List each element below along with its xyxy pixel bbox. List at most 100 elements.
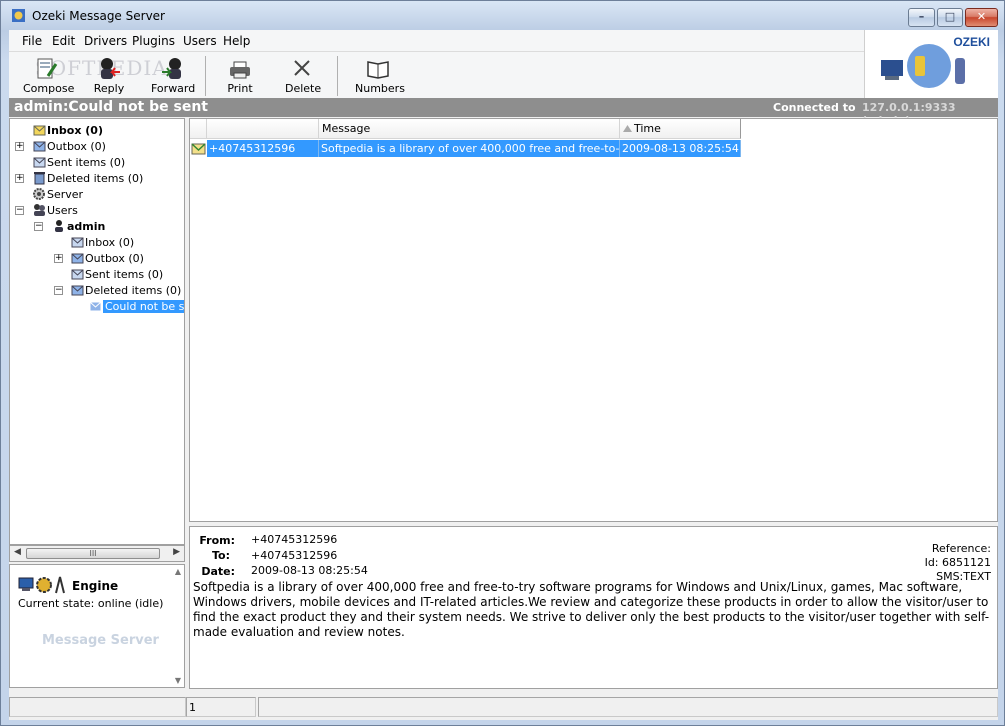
- folder-tree[interactable]: Inbox (0) + Outbox (0) Sent items (0) + …: [9, 118, 185, 545]
- delete-label: Delete: [285, 82, 322, 95]
- reference-id: Id: 6851121: [924, 556, 991, 569]
- scroll-right-icon[interactable]: ▶: [173, 547, 180, 557]
- forward-button[interactable]: Forward: [151, 56, 195, 95]
- forward-label: Forward: [151, 82, 196, 95]
- column-header-number[interactable]: [207, 119, 319, 139]
- sent-icon: [33, 157, 46, 168]
- tree-label: Sent items (0): [47, 156, 126, 169]
- tree-label: Server: [47, 188, 84, 201]
- to-value: +40745312596: [251, 549, 338, 562]
- menu-edit[interactable]: Edit: [52, 34, 75, 48]
- reply-icon: [101, 58, 120, 79]
- status-cell: 1: [186, 697, 256, 717]
- message-envelope-icon: [191, 143, 206, 155]
- inbox-icon: [33, 125, 46, 136]
- from-label: From:: [199, 534, 235, 547]
- status-cell: [9, 697, 186, 717]
- date-value: 2009-08-13 08:25:54: [251, 564, 368, 577]
- expand-icon[interactable]: +: [54, 254, 63, 263]
- engine-title: Engine: [72, 579, 119, 593]
- delete-button[interactable]: Delete: [285, 56, 322, 95]
- trash-icon: [71, 285, 84, 296]
- scroll-thumb[interactable]: III: [26, 548, 160, 559]
- user-icon: [55, 220, 63, 232]
- scroll-left-icon[interactable]: ◀: [14, 547, 21, 557]
- menu-help[interactable]: Help: [223, 34, 250, 48]
- status-strip: admin:Could not be sent Connected to 127…: [9, 98, 998, 127]
- collapse-icon[interactable]: −: [54, 286, 63, 295]
- close-button[interactable]: ✕: [965, 8, 998, 27]
- date-label: Date:: [201, 565, 235, 578]
- compose-icon: [37, 58, 58, 79]
- column-header-icon[interactable]: [190, 119, 207, 139]
- tree-label: Users: [47, 204, 78, 217]
- failed-message-icon: [89, 301, 102, 312]
- toolbar: SOFTPEDIA Compose Reply Forward Print De…: [9, 52, 864, 98]
- menu-bar: File Edit Drivers Plugins Users Help: [9, 30, 864, 52]
- delete-icon: [294, 60, 310, 76]
- menu-file[interactable]: File: [22, 34, 42, 48]
- address-book-icon: [367, 61, 389, 79]
- maximize-button[interactable]: □: [937, 8, 963, 27]
- tree-label: admin: [67, 220, 106, 233]
- current-folder-title: admin:Could not be sent: [14, 99, 209, 115]
- tree-label: Outbox (0): [47, 140, 106, 153]
- table-row[interactable]: +40745312596 Softpedia is a library of o…: [190, 140, 741, 157]
- sort-icon: [623, 125, 632, 132]
- minimize-button[interactable]: –: [908, 8, 935, 27]
- row-number: +40745312596: [207, 140, 319, 157]
- collapse-icon[interactable]: −: [15, 206, 24, 215]
- toolbar-separator: [205, 56, 206, 96]
- column-header-label: Time: [634, 122, 661, 135]
- menu-drivers[interactable]: Drivers: [84, 34, 127, 48]
- numbers-button[interactable]: Numbers: [355, 56, 405, 95]
- row-icon-cell: [190, 140, 207, 157]
- app-window: Ozeki Message Server – □ ✕ File Edit Dri…: [0, 0, 1005, 726]
- outbox-icon: [71, 253, 84, 264]
- tree-label: Deleted items (0): [47, 172, 144, 185]
- maximize-icon: □: [944, 10, 956, 23]
- app-icon: [12, 9, 25, 22]
- status-bar: 1: [9, 695, 998, 719]
- sent-icon: [71, 269, 84, 280]
- expand-icon[interactable]: +: [15, 174, 24, 183]
- title-bar[interactable]: Ozeki Message Server – □ ✕: [1, 1, 1004, 31]
- tree-label: Inbox (0): [85, 236, 135, 249]
- status-cell: [258, 697, 998, 717]
- expand-icon[interactable]: +: [15, 142, 24, 151]
- menu-users[interactable]: Users: [183, 34, 217, 48]
- minimize-icon: –: [918, 10, 925, 23]
- message-detail: From: +40745312596 To: +40745312596 Date…: [189, 526, 998, 689]
- tree-label: Deleted items (0): [85, 284, 182, 297]
- inbox-icon: [71, 237, 84, 248]
- menu-plugins[interactable]: Plugins: [132, 34, 175, 48]
- toolbar-separator: [337, 56, 338, 96]
- forward-icon: [162, 58, 181, 79]
- row-time: 2009-08-13 08:25:54: [620, 140, 741, 157]
- reference-label: Reference:: [931, 542, 991, 555]
- to-label: To:: [212, 549, 230, 562]
- print-button[interactable]: Print: [225, 56, 255, 95]
- tree-label: Inbox (0): [47, 124, 103, 137]
- connected-label: Connected to: [773, 101, 856, 114]
- reply-button[interactable]: Reply: [91, 56, 127, 95]
- compose-button[interactable]: Compose: [23, 56, 74, 95]
- users-icon: [34, 204, 45, 216]
- column-header-time[interactable]: Time: [620, 119, 741, 139]
- outbox-icon: [33, 141, 46, 152]
- reply-label: Reply: [93, 82, 125, 95]
- collapse-icon[interactable]: −: [34, 222, 43, 231]
- column-header-message[interactable]: Message: [319, 119, 620, 139]
- print-label: Print: [227, 82, 253, 95]
- tree-label: Sent items (0): [85, 268, 164, 281]
- window-title: Ozeki Message Server: [32, 9, 165, 23]
- tree-horizontal-scrollbar[interactable]: ◀ III ▶: [9, 545, 185, 562]
- scroll-down-icon[interactable]: ▼: [175, 676, 181, 685]
- scroll-up-icon[interactable]: ▲: [175, 567, 181, 576]
- message-list[interactable]: Message Time +40745312596 Softpedia is a…: [189, 118, 998, 522]
- engine-state: Current state: online (idle): [18, 597, 164, 610]
- from-value: +40745312596: [251, 533, 338, 546]
- ozeki-logo-text: OZEKI: [953, 35, 990, 49]
- engine-panel: Engine Current state: online (idle) Mess…: [9, 564, 185, 688]
- printer-icon: [230, 61, 250, 79]
